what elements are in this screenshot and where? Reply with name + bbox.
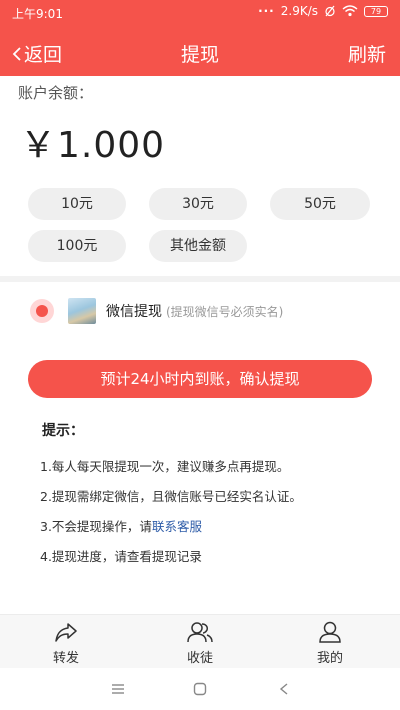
section-divider <box>0 276 400 282</box>
status-icons: ··· 2.9K/s 79 <box>258 4 388 18</box>
amount-option-other[interactable]: 其他金额 <box>149 230 247 262</box>
alarm-icon <box>325 5 335 17</box>
balance-label: 账户余额： <box>18 84 94 102</box>
share-icon <box>55 623 77 642</box>
balance-amount: ￥1.000 <box>20 125 166 166</box>
radio-selected[interactable] <box>30 299 54 323</box>
nav-bar: 返回 提现 刷新 <box>0 28 400 74</box>
tip-item-4: 4.提现进度，请查看提现记录 <box>40 549 202 564</box>
tip-item-2: 2.提现需绑定微信，且微信账号已经实名认证。 <box>40 489 302 504</box>
back-triangle-icon <box>279 683 288 695</box>
amount-option-100[interactable]: 100元 <box>28 230 126 262</box>
notification-dots: ··· <box>258 4 275 18</box>
back-button[interactable]: 返回 <box>12 40 62 67</box>
tab-share-label: 转发 <box>52 651 79 666</box>
status-time: 上午9:01 <box>12 7 63 21</box>
app-header: 上午9:01 ··· 2.9K/s 79 返回 提现 刷新 <box>0 0 400 76</box>
tip-item-3-text: 3.不会提现操作，请 <box>40 519 152 534</box>
tips-title: 提示： <box>42 423 84 439</box>
battery-icon: 79 <box>364 5 388 17</box>
chevron-left-icon <box>12 46 21 61</box>
tab-apprentice[interactable]: 收徒 <box>160 621 240 666</box>
back-nav-button[interactable] <box>272 678 296 700</box>
menu-nav-button[interactable] <box>106 678 130 700</box>
tab-apprentice-label: 收徒 <box>186 651 213 666</box>
tab-mine-label: 我的 <box>316 651 343 666</box>
payment-method-title: 微信提现 <box>106 304 162 320</box>
home-nav-button[interactable] <box>188 678 212 700</box>
home-square-icon <box>193 682 207 696</box>
net-speed: 2.9K/s <box>280 4 318 18</box>
system-nav-bar <box>0 668 400 710</box>
people-icon <box>187 622 213 643</box>
payment-method-note: (提现微信号必须实名) <box>166 304 284 319</box>
bottom-tab-bar: 转发 收徒 我的 <box>0 614 400 668</box>
amount-option-30[interactable]: 30元 <box>149 188 247 220</box>
tip-item-3: 3.不会提现操作，请联系客服 <box>40 516 202 535</box>
confirm-withdraw-button[interactable]: 预计24小时内到账，确认提现 <box>28 360 372 398</box>
refresh-button[interactable]: 刷新 <box>348 40 386 67</box>
amount-option-50[interactable]: 50元 <box>270 188 370 220</box>
wechat-avatar <box>68 298 96 324</box>
tab-mine[interactable]: 我的 <box>290 621 370 666</box>
payment-method-wechat[interactable]: 微信提现 (提现微信号必须实名) <box>30 294 283 328</box>
status-bar: 上午9:01 ··· 2.9K/s 79 <box>0 0 400 24</box>
menu-icon <box>112 684 124 694</box>
back-label: 返回 <box>24 44 63 66</box>
wifi-icon <box>342 5 358 17</box>
contact-support-link[interactable]: 联系客服 <box>152 519 202 534</box>
user-icon <box>319 621 341 643</box>
tab-share[interactable]: 转发 <box>26 621 106 666</box>
amount-option-10[interactable]: 10元 <box>28 188 126 220</box>
tip-item-1: 1.每人每天限提现一次，建议赚多点再提现。 <box>40 459 290 474</box>
